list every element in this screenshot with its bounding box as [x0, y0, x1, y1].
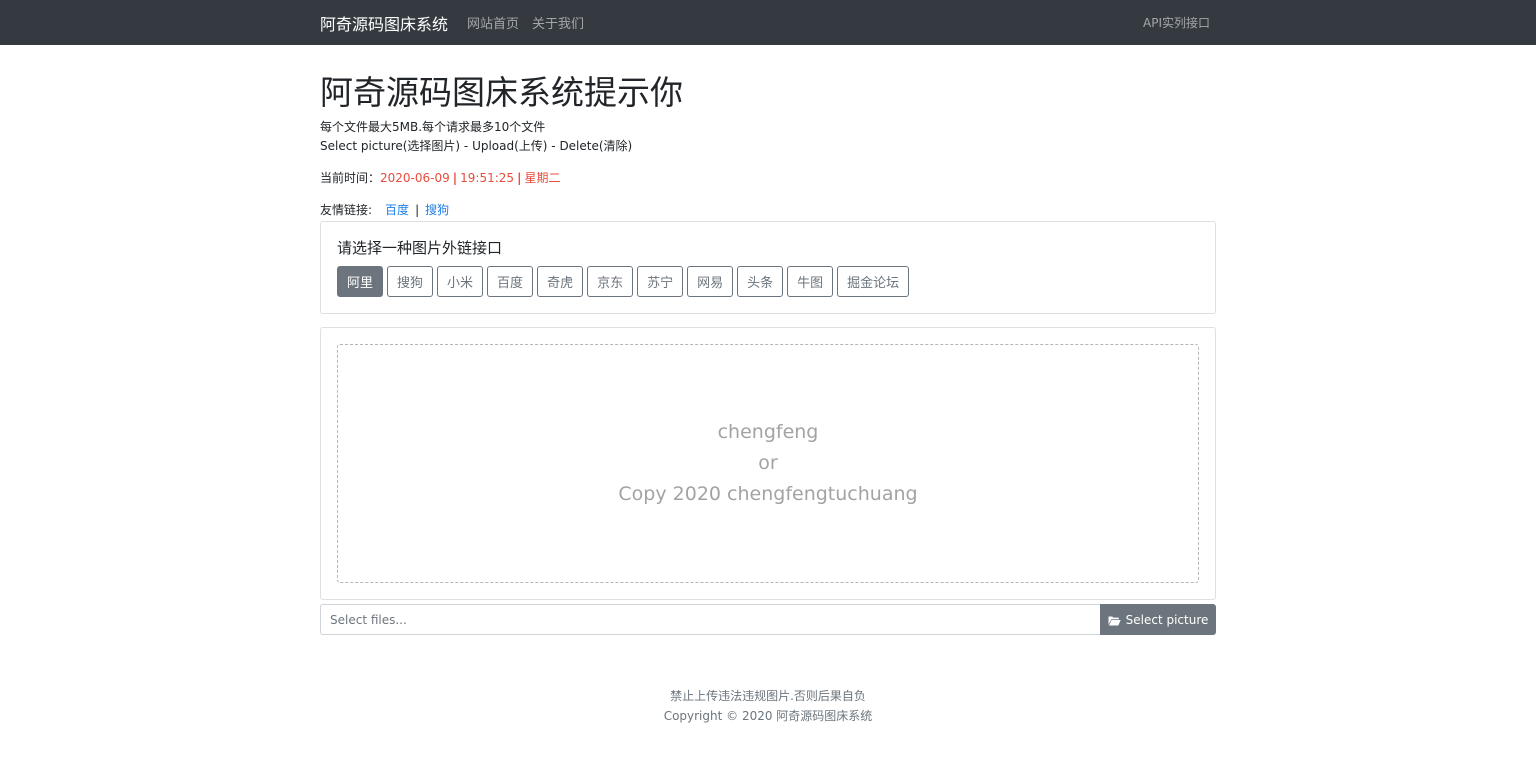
time-separator: | [452, 171, 458, 185]
footer-warning: 禁止上传违法违规图片.否则后果自负 [670, 689, 866, 703]
navbar-inner: 阿奇源码图床系统 网站首页 关于我们 API实列接口 [320, 0, 1210, 45]
hero-line-limits: 每个文件最大5MB.每个请求最多10个文件 [320, 120, 546, 134]
api-button-juejin[interactable]: 掘金论坛 [837, 266, 910, 297]
api-button-sogou[interactable]: 搜狗 [387, 266, 434, 297]
page-footer: 禁止上传违法违规图片.否则后果自负 Copyright © 2020 阿奇源码图… [0, 686, 1536, 726]
folder-open-icon [1108, 615, 1121, 625]
friend-links-label: 友情链接: [320, 203, 373, 217]
time-weekday: 星期二 [524, 171, 561, 185]
navbar-brand[interactable]: 阿奇源码图床系统 [320, 11, 448, 35]
friend-links-divider: | [415, 203, 420, 217]
dropzone-line-name: chengfeng [717, 421, 819, 443]
api-button-xiaomi[interactable]: 小米 [437, 266, 484, 297]
friend-link-sogou[interactable]: 搜狗 [425, 203, 449, 217]
api-button-qihoo[interactable]: 奇虎 [537, 266, 584, 297]
file-input-group: Select picture [320, 604, 1216, 635]
hero-line-steps: Select picture(选择图片) - Upload(上传) - Dele… [320, 139, 633, 153]
friend-links-row: 友情链接: 百度 | 搜狗 [320, 201, 1216, 219]
nav-link-home[interactable]: 网站首页 [467, 13, 519, 32]
api-button-group: 阿里 搜狗 小米 百度 奇虎 京东 苏宁 网易 头条 牛图 掘金论坛 [337, 266, 1199, 297]
api-button-suning[interactable]: 苏宁 [637, 266, 684, 297]
upload-card: chengfeng or Copy 2020 chengfengtuchuang [320, 327, 1216, 600]
api-card-title: 请选择一种图片外链接口 [337, 239, 503, 257]
file-path-input[interactable] [320, 604, 1100, 635]
nav-link-api[interactable]: API实列接口 [1143, 14, 1210, 31]
friend-link-baidu[interactable]: 百度 [385, 203, 409, 217]
hero-subtitle: 每个文件最大5MB.每个请求最多10个文件 Select picture(选择图… [320, 118, 1216, 156]
time-date: 2020-06-09 [380, 171, 450, 185]
file-dropzone[interactable]: chengfeng or Copy 2020 chengfengtuchuang [337, 344, 1199, 583]
api-button-netease[interactable]: 网易 [687, 266, 734, 297]
main-container: 阿奇源码图床系统提示你 每个文件最大5MB.每个请求最多10个文件 Select… [320, 45, 1216, 635]
api-button-toutiao[interactable]: 头条 [737, 266, 784, 297]
footer-copyright: Copyright © 2020 阿奇源码图床系统 [663, 709, 873, 723]
time-label: 当前时间： [320, 171, 381, 185]
nav-link-about[interactable]: 关于我们 [532, 13, 584, 32]
api-button-baidu[interactable]: 百度 [487, 266, 534, 297]
dropzone-line-or: or [758, 452, 778, 474]
select-picture-label: Select picture [1125, 612, 1209, 627]
time-separator: | [517, 171, 522, 185]
current-time-row: 当前时间：2020-06-09 | 19:51:25 | 星期二 [320, 169, 1216, 187]
select-picture-button[interactable]: Select picture [1100, 604, 1216, 635]
top-navbar: 阿奇源码图床系统 网站首页 关于我们 API实列接口 [0, 0, 1536, 45]
page-title: 阿奇源码图床系统提示你 [320, 73, 683, 112]
time-clock: 19:51:25 [460, 171, 515, 185]
api-button-niutu[interactable]: 牛图 [787, 266, 834, 297]
dropzone-line-copy: Copy 2020 chengfengtuchuang [618, 483, 918, 505]
api-button-jd[interactable]: 京东 [587, 266, 634, 297]
api-button-ali[interactable]: 阿里 [337, 266, 384, 297]
api-select-card: 请选择一种图片外链接口 阿里 搜狗 小米 百度 奇虎 京东 苏宁 网易 头条 牛… [320, 221, 1216, 314]
